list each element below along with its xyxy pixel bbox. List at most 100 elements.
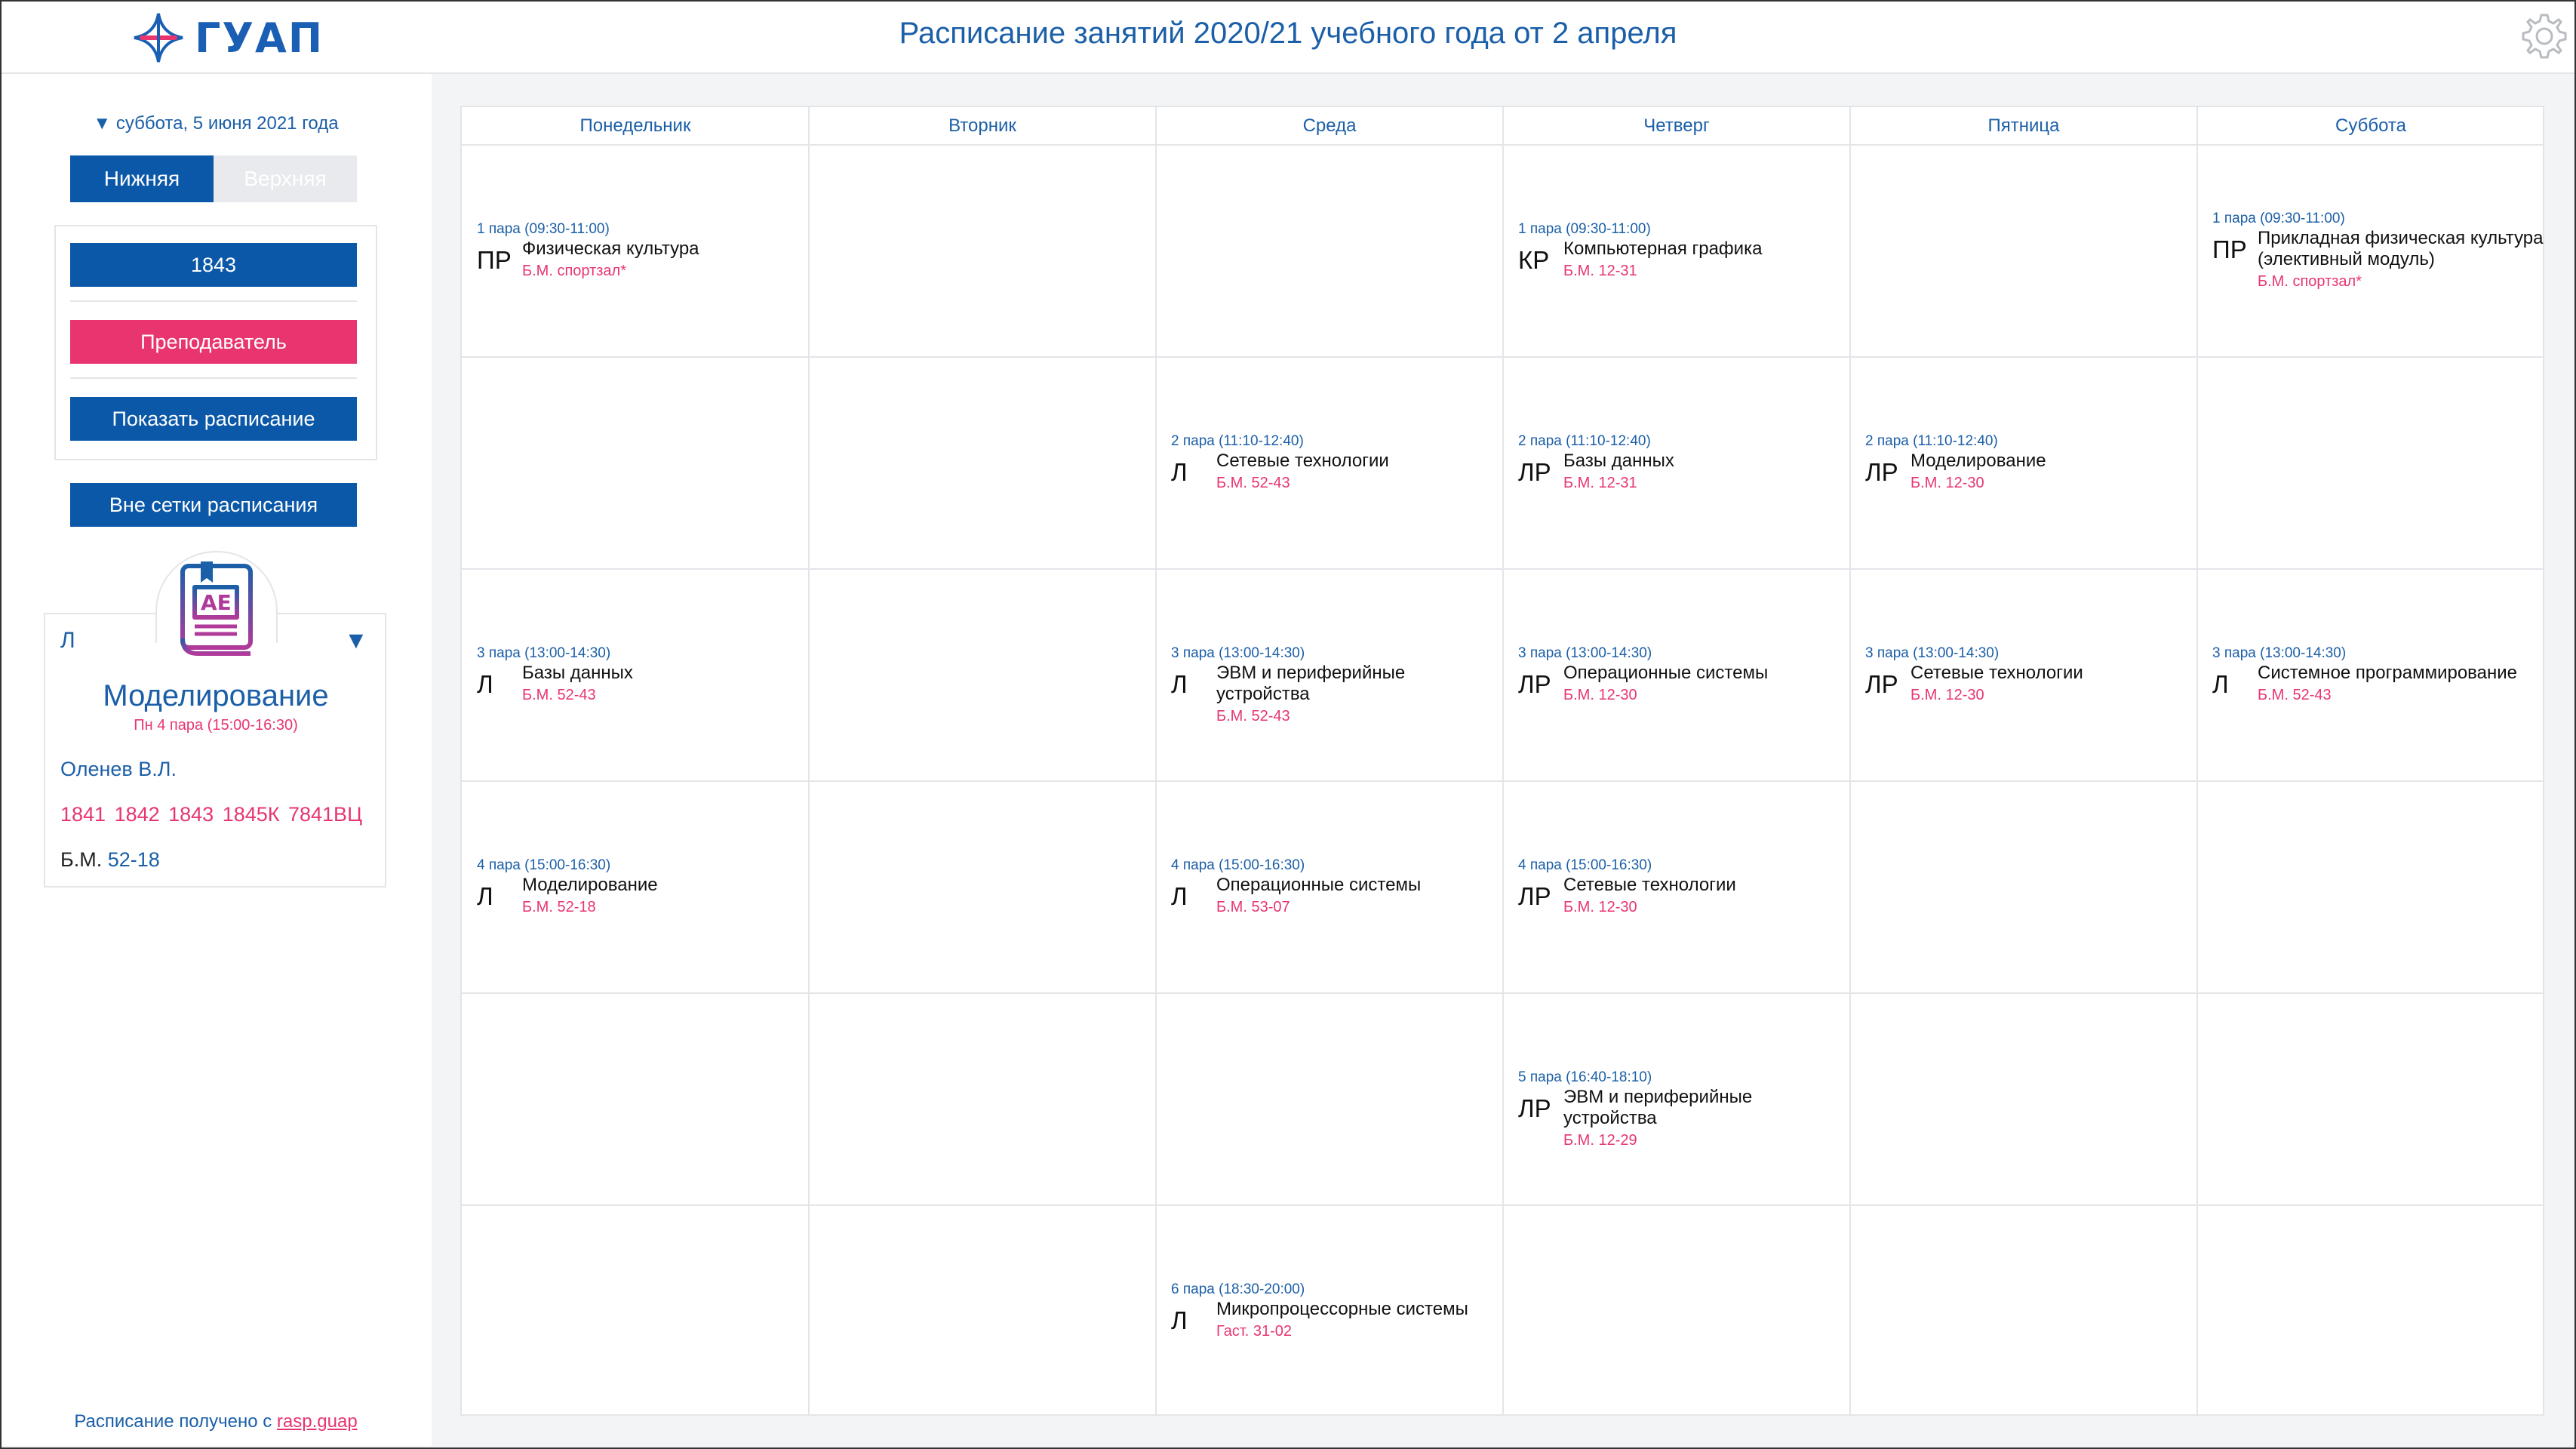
lesson-row: Л Сетевые технологии Б.М. 52-43	[1171, 451, 1503, 494]
lesson-type: Л	[1171, 1306, 1188, 1334]
lesson-room[interactable]: Б.М. 12-31	[1563, 472, 1850, 494]
lesson-room[interactable]: Б.М. спортзал*	[522, 260, 809, 282]
lesson-row: Л Микропроцессорные системы Гаст. 31-02	[1171, 1299, 1503, 1343]
lesson-time: 4 пара (15:00-16:30)	[477, 857, 611, 873]
lesson-cell[interactable]: 2 пара (11:10-12:40) ЛР Базы данных Б.М. 12…	[1518, 432, 1850, 494]
card-groups[interactable]: 1841 1842 1843 1845К 7841ВЦ	[60, 803, 362, 826]
lesson-time: 1 пара (09:30-11:00)	[477, 221, 610, 237]
lesson-cell[interactable]: 3 пара (13:00-14:30) ЛР Сетевые технологии…	[1865, 645, 2197, 706]
lesson-row: ЛР Базы данных Б.М. 12-31	[1518, 451, 1850, 494]
week-lower-button[interactable]: Нижняя	[70, 155, 214, 202]
source-note-text: Расписание получено с	[74, 1411, 277, 1432]
lesson-time: 4 пара (15:00-16:30)	[1518, 857, 1652, 873]
lesson-room[interactable]: Б.М. 12-29	[1563, 1129, 1850, 1152]
lesson-row: Л Операционные системы Б.М. 53-07	[1171, 875, 1503, 918]
week-upper-button[interactable]: Верхняя	[214, 155, 357, 202]
lesson-type: Л	[1171, 670, 1188, 698]
lesson-room[interactable]: Б.М. 52-43	[1216, 472, 1503, 494]
show-schedule-button[interactable]: Показать расписание	[70, 397, 357, 441]
lesson-room[interactable]: Б.М. 52-43	[1216, 705, 1503, 728]
column-divider	[808, 107, 810, 1414]
lesson-row: Л Системное программирование Б.М. 52-43	[2212, 663, 2544, 706]
lesson-room[interactable]: Б.М. 12-31	[1563, 260, 1850, 282]
teacher-button[interactable]: Преподаватель	[70, 320, 357, 364]
row-divider	[462, 992, 2543, 994]
lesson-cell[interactable]: 3 пара (13:00-14:30) Л ЭВМ и периферийные …	[1171, 645, 1503, 728]
lesson-cell[interactable]: 3 пара (13:00-14:30) Л Базы данных Б.М. 52-…	[477, 645, 809, 706]
lesson-cell[interactable]: 2 пара (11:10-12:40) Л Сетевые технологии Б…	[1171, 432, 1503, 494]
lesson-time: 4 пара (15:00-16:30)	[1171, 857, 1305, 873]
lesson-subject: Сетевые технологии	[1910, 663, 2083, 683]
lesson-time: 2 пара (11:10-12:40)	[1865, 433, 1998, 449]
lesson-time: 1 пара (09:30-11:00)	[1518, 221, 1651, 237]
lesson-room[interactable]: Б.М. 12-30	[1563, 684, 1850, 706]
lesson-cell[interactable]: 4 пара (15:00-16:30) ЛР Сетевые технологии…	[1518, 857, 1850, 918]
date-selector[interactable]: ▼ суббота, 5 июня 2021 года	[0, 113, 432, 134]
lesson-cell[interactable]: 1 пара (09:30-11:00) ПР Прикладная физичес…	[2212, 210, 2544, 293]
column-divider	[1155, 107, 1157, 1414]
card-expand-arrow[interactable]: ▼	[344, 626, 368, 654]
lesson-room[interactable]: Б.М. 12-30	[1910, 684, 2197, 706]
svg-text:AE: AE	[201, 590, 232, 615]
lesson-time: 3 пара (13:00-14:30)	[1518, 645, 1652, 661]
lesson-room[interactable]: Б.М. 12-30	[1563, 896, 1850, 918]
lesson-room[interactable]: Б.М. 52-43	[522, 684, 809, 706]
lesson-room[interactable]: Б.М. 52-43	[2258, 684, 2544, 706]
lesson-room[interactable]: Б.М. 53-07	[1216, 896, 1503, 918]
lesson-subject: Операционные системы	[1563, 663, 1769, 683]
lesson-body: Операционные системы Б.М. 12-30	[1563, 663, 1850, 706]
lesson-cell[interactable]: 4 пара (15:00-16:30) Л Операционные систем…	[1171, 857, 1503, 918]
lesson-cell[interactable]: 4 пара (15:00-16:30) Л Моделирование Б.М. 5…	[477, 857, 809, 918]
lesson-cell[interactable]: 3 пара (13:00-14:30) ЛР Операционные систе…	[1518, 645, 1850, 706]
lesson-subject: Прикладная физическая культура (элективн…	[2258, 228, 2544, 269]
source-link[interactable]: rasp.guap	[277, 1411, 358, 1432]
day-header: Пятница	[1987, 115, 2060, 136]
lesson-subject: Моделирование	[1910, 451, 2046, 471]
schedule-grid: Понедельник Вторник Среда Четверг Пятница Суб…	[460, 106, 2544, 1416]
day-header: Четверг	[1643, 115, 1710, 136]
column-divider	[1502, 107, 1504, 1414]
lesson-type: ПР	[477, 246, 512, 274]
lesson-row: ПР Прикладная физическая культура (электи…	[2212, 228, 2544, 293]
lesson-cell[interactable]: 3 пара (13:00-14:30) Л Системное программи…	[2212, 645, 2544, 706]
lesson-body: Сетевые технологии Б.М. 12-30	[1563, 875, 1850, 918]
lesson-subject: Операционные системы	[1216, 875, 1422, 895]
card-teacher-link[interactable]: Оленев В.Л.	[60, 758, 177, 781]
lesson-body: Системное программирование Б.М. 52-43	[2258, 663, 2544, 706]
page-title: Расписание занятий 2020/21 учебного года…	[899, 17, 1677, 50]
lesson-body: ЭВМ и периферийные устройства Б.М. 12-29	[1563, 1087, 1850, 1152]
lesson-type: ЛР	[1865, 670, 1898, 698]
divider	[70, 377, 357, 379]
lesson-room[interactable]: Б.М. 12-30	[1910, 472, 2197, 494]
row-divider	[462, 356, 2543, 358]
lesson-body: Базы данных Б.М. 12-31	[1563, 451, 1850, 494]
lesson-cell[interactable]: 1 пара (09:30-11:00) ПР Физическая культур…	[477, 220, 809, 282]
lesson-subject: ЭВМ и периферийные устройства	[1563, 1087, 1753, 1128]
card-room-number[interactable]: 52-18	[108, 848, 160, 871]
week-toggle: Нижняя Верхняя	[70, 155, 357, 202]
lesson-room[interactable]: Б.М. 52-18	[522, 896, 809, 918]
lesson-row: ЛР Сетевые технологии Б.М. 12-30	[1865, 663, 2197, 706]
lesson-type: ЛР	[1518, 458, 1551, 486]
lesson-cell[interactable]: 5 пара (16:40-18:10) ЛР ЭВМ и периферийные…	[1518, 1069, 1850, 1152]
row-divider	[462, 144, 2543, 146]
lesson-time: 3 пара (13:00-14:30)	[477, 645, 611, 661]
lesson-type: ЛР	[1518, 882, 1551, 910]
row-divider	[462, 568, 2543, 570]
lesson-cell[interactable]: 6 пара (18:30-20:00) Л Микропроцессорные с…	[1171, 1281, 1503, 1343]
column-divider	[2196, 107, 2198, 1414]
off-grid-button[interactable]: Вне сетки расписания	[70, 483, 357, 527]
lesson-body: Сетевые технологии Б.М. 52-43	[1216, 451, 1503, 494]
lesson-cell[interactable]: 1 пара (09:30-11:00) КР Компьютерная графи…	[1518, 220, 1850, 282]
lesson-cell[interactable]: 2 пара (11:10-12:40) ЛР Моделирование Б.М. …	[1865, 432, 2197, 494]
lesson-type: ПР	[2212, 235, 2247, 263]
group-button[interactable]: 1843	[70, 243, 357, 287]
gear-icon[interactable]	[2519, 11, 2570, 62]
divider	[70, 300, 357, 302]
lesson-room[interactable]: Гаст. 31-02	[1216, 1320, 1503, 1343]
day-header: Понедельник	[579, 115, 691, 136]
book-icon: AE	[180, 561, 253, 662]
lesson-time: 3 пара (13:00-14:30)	[1171, 645, 1305, 661]
lesson-room[interactable]: Б.М. спортзал*	[2258, 270, 2544, 293]
lesson-row: ЛР Сетевые технологии Б.М. 12-30	[1518, 875, 1850, 918]
